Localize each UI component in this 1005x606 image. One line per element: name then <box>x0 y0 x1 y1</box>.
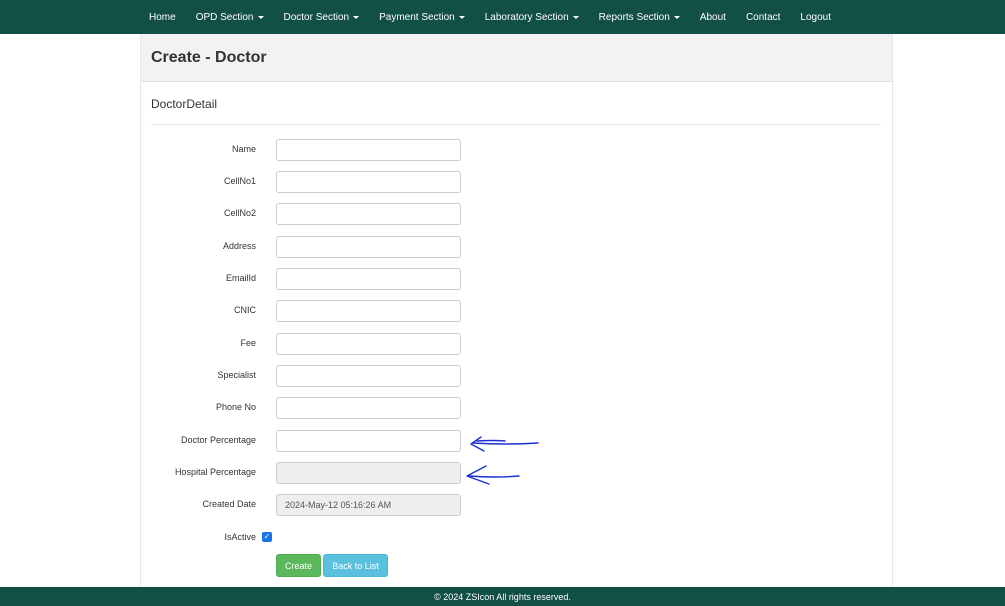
emailid-label: EmailId <box>225 273 256 283</box>
hospital-percentage-input <box>276 462 461 484</box>
cellno1-input[interactable] <box>276 171 461 193</box>
doctor-percentage-input[interactable] <box>276 430 461 452</box>
nav-menu: Home OPD Section Doctor Section Payment Sec… <box>139 0 841 34</box>
fee-label: Fee <box>240 338 256 348</box>
nav-item-home[interactable]: Home <box>139 12 186 23</box>
page-header: Create - Doctor <box>141 34 892 82</box>
cellno2-input[interactable] <box>276 203 461 225</box>
hospital-percentage-label: Hospital Percentage <box>174 467 256 477</box>
caret-down-icon <box>458 16 465 19</box>
nav-item-laboratory-section[interactable]: Laboratory Section <box>475 12 589 23</box>
back-to-list-button[interactable]: Back to List <box>323 554 388 577</box>
specialist-label: Specialist <box>217 370 256 380</box>
nav-item-label: Doctor Section <box>283 11 350 23</box>
section-divider <box>151 124 881 125</box>
name-input[interactable] <box>276 139 461 161</box>
cellno2-label: CellNo2 <box>223 208 256 218</box>
footer: © 2024 ZSIcon All rights reserved. <box>0 587 1005 606</box>
cnic-input[interactable] <box>276 300 461 322</box>
isactive-row: IsActive ✓ <box>141 527 892 549</box>
doctor-percentage-label: Doctor Percentage <box>180 435 256 445</box>
address-input[interactable] <box>276 236 461 258</box>
nav-item-label: Logout <box>800 11 832 23</box>
name-label: Name <box>231 144 256 154</box>
caret-down-icon <box>353 16 360 19</box>
phone-no-input[interactable] <box>276 397 461 419</box>
nav-item-label: Contact <box>745 11 781 23</box>
nav-item-label: Laboratory Section <box>484 11 569 23</box>
footer-text: © 2024 ZSIcon All rights reserved. <box>434 591 571 602</box>
create-button[interactable]: Create <box>276 554 321 577</box>
nav-item-reports-section[interactable]: Reports Section <box>589 12 690 23</box>
caret-down-icon <box>572 16 579 19</box>
caret-down-icon <box>257 16 264 19</box>
caret-down-icon <box>673 16 680 19</box>
specialist-input[interactable] <box>276 365 461 387</box>
emailid-input[interactable] <box>276 268 461 290</box>
top-navbar: Home OPD Section Doctor Section Payment Sec… <box>0 0 1005 34</box>
form-row-phone-no: Phone No <box>141 397 892 419</box>
created-date-input <box>276 494 461 516</box>
form-row-address: Address <box>141 236 892 258</box>
nav-item-logout[interactable]: Logout <box>790 12 841 23</box>
form-row-cnic: CNIC <box>141 300 892 322</box>
isactive-checkbox[interactable]: ✓ <box>262 532 272 542</box>
form-row-created-date: Created Date <box>141 494 892 516</box>
nav-item-payment-section[interactable]: Payment Section <box>369 12 475 23</box>
section-title: DoctorDetail <box>151 97 218 111</box>
form-row-name: Name <box>141 139 892 161</box>
nav-item-contact[interactable]: Contact <box>736 12 790 23</box>
checkmark-icon: ✓ <box>263 532 271 541</box>
nav-item-opd-section[interactable]: OPD Section <box>186 12 274 23</box>
form-row-doctor-percentage: Doctor Percentage <box>141 430 892 452</box>
phone-no-label: Phone No <box>215 402 256 412</box>
created-date-label: Created Date <box>202 499 256 509</box>
nav-item-about[interactable]: About <box>690 12 736 23</box>
cnic-label: CNIC <box>234 305 256 315</box>
nav-item-label: Reports Section <box>598 11 670 23</box>
form-row-fee: Fee <box>141 333 892 355</box>
isactive-label: IsActive <box>224 532 256 542</box>
nav-item-label: OPD Section <box>195 11 254 23</box>
form-row-emailid: EmailId <box>141 268 892 290</box>
nav-item-doctor-section[interactable]: Doctor Section <box>274 12 370 23</box>
address-label: Address <box>222 241 256 251</box>
fee-input[interactable] <box>276 333 461 355</box>
form-row-hospital-percentage: Hospital Percentage <box>141 462 892 484</box>
nav-item-label: About <box>699 11 726 23</box>
main-container: Create - Doctor DoctorDetail Name CellNo1… <box>140 34 893 587</box>
cellno1-label: CellNo1 <box>223 176 256 186</box>
form-row-specialist: Specialist <box>141 365 892 387</box>
page-title: Create - Doctor <box>151 49 267 66</box>
nav-item-label: Home <box>149 11 176 23</box>
nav-item-label: Payment Section <box>379 11 455 23</box>
form-row-cellno1: CellNo1 <box>141 171 892 193</box>
form-row-cellno2: CellNo2 <box>141 203 892 225</box>
